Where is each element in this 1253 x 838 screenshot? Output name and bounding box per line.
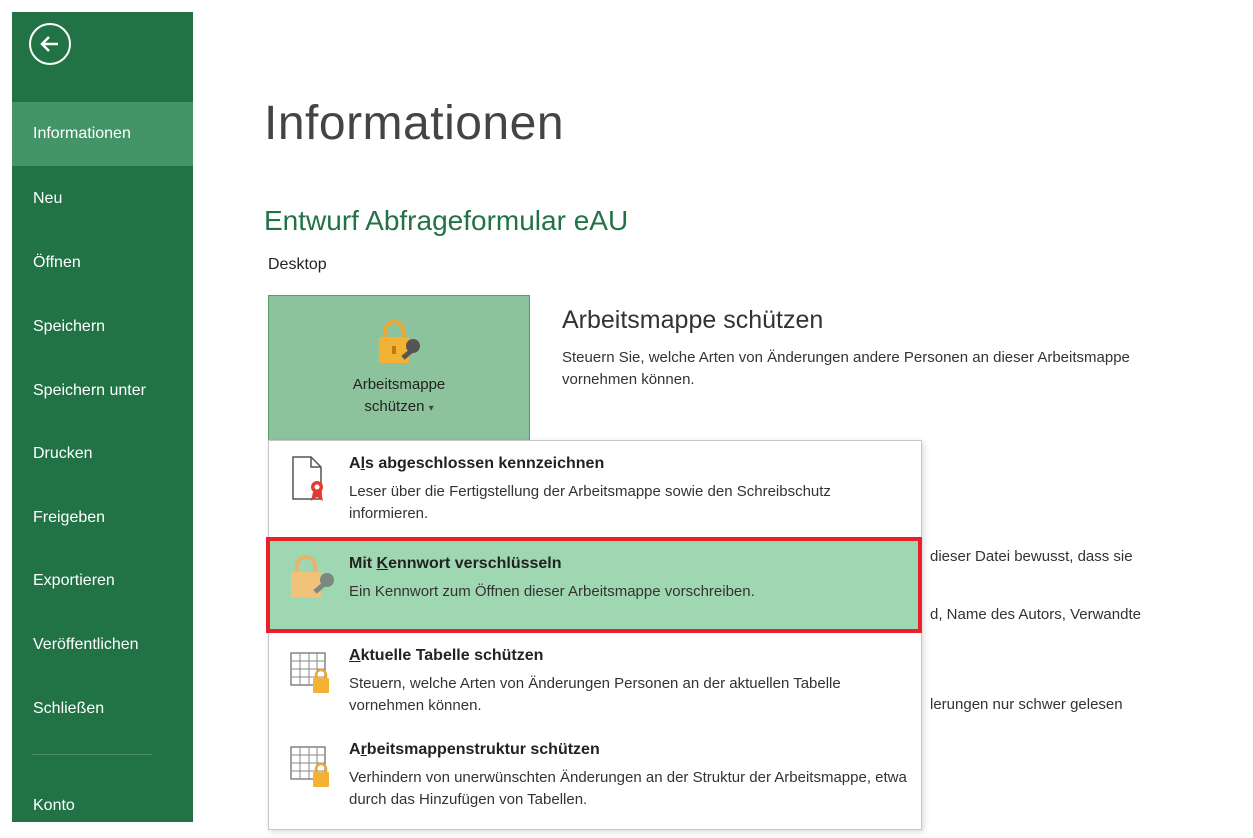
menu-item-description: Leser über die Fertigstellung der Arbeit… <box>349 483 831 522</box>
lock-key-icon <box>373 318 429 371</box>
highlight-frame <box>266 537 922 633</box>
background-text-3: lerungen nur schwer gelesen <box>930 696 1123 713</box>
protect-button-label: Arbeitsmappe schützen ▾ <box>269 374 529 420</box>
nav-schliessen[interactable]: Schließen <box>12 677 193 741</box>
nav-speichern-unter[interactable]: Speichern unter <box>12 359 193 423</box>
menu-item-title: Als abgeschlossen kennzeichnen <box>349 455 605 472</box>
background-text-2: d, Name des Autors, Verwandte <box>930 606 1141 623</box>
protect-button-line2: schützen <box>364 398 425 415</box>
nav-freigeben[interactable]: Freigeben <box>12 486 193 550</box>
protect-heading: Arbeitsmappe schützen <box>562 306 824 334</box>
protect-workbook-button[interactable]: Arbeitsmappe schützen ▾ <box>268 295 530 443</box>
menu-item-description: Steuern, welche Arten von Änderungen Per… <box>349 675 841 714</box>
nav-speichern[interactable]: Speichern <box>12 295 193 359</box>
menu-item-title: Aktuelle Tabelle schützen <box>349 647 544 664</box>
top-strip <box>0 0 1253 12</box>
nav-informationen[interactable]: Informationen <box>12 102 193 166</box>
document-location: Desktop <box>268 256 327 273</box>
nav-konto[interactable]: Konto <box>12 774 193 838</box>
final-document-icon <box>287 453 327 508</box>
nav-veroeffentlichen[interactable]: Veröffentlichen <box>12 613 193 677</box>
menu-item-description: Verhindern von unerwünschten Änderungen … <box>349 769 907 808</box>
menu-item-protect-sheet[interactable]: Aktuelle Tabelle schützen Steuern, welch… <box>269 637 921 729</box>
menu-item-protect-structure[interactable]: Arbeitsmappenstruktur schützen Verhinder… <box>269 731 921 827</box>
nav-exportieren[interactable]: Exportieren <box>12 549 193 613</box>
page-title: Informationen <box>264 97 565 150</box>
nav-separator <box>32 754 152 755</box>
backstage-sidebar: Informationen Neu Öffnen Speichern Speic… <box>12 12 193 822</box>
protect-button-line1: Arbeitsmappe <box>352 376 446 393</box>
sheet-lock-icon <box>287 649 335 702</box>
background-text-1: dieser Datei bewusst, dass sie <box>930 548 1133 565</box>
workbook-structure-lock-icon <box>287 743 335 796</box>
back-arrow-icon <box>40 36 58 52</box>
nav-neu[interactable]: Neu <box>12 167 193 231</box>
document-title: Entwurf Abfrageformular eAU <box>264 205 629 236</box>
menu-item-mark-as-final[interactable]: Als abgeschlossen kennzeichnen Leser übe… <box>269 445 921 539</box>
chevron-down-icon: ▾ <box>428 403 434 414</box>
protect-dropdown-menu: Als abgeschlossen kennzeichnen Leser übe… <box>268 440 922 830</box>
nav-drucken[interactable]: Drucken <box>12 422 193 486</box>
protect-description: Steuern Sie, welche Arten von Änderungen… <box>562 349 1130 388</box>
back-button[interactable] <box>29 23 71 65</box>
nav-oeffnen[interactable]: Öffnen <box>12 231 193 295</box>
menu-item-title: Arbeitsmappenstruktur schützen <box>349 741 600 758</box>
